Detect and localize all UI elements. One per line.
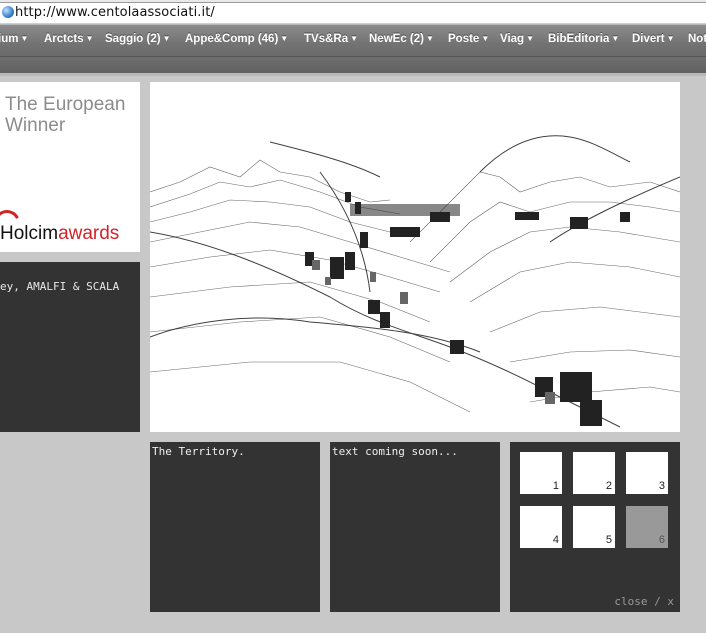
toolbar-strip bbox=[0, 57, 706, 73]
chevron-down-icon: ▼ bbox=[425, 34, 434, 43]
text-panel: text coming soon... bbox=[330, 442, 500, 612]
bookmarks-bar: ium ▼ Arctcts ▼ Saggio (2) ▼ Appe&Comp (46)… bbox=[0, 25, 706, 57]
bookmark-item[interactable]: BibEditoria ▼ bbox=[548, 33, 619, 45]
chevron-down-icon: ▼ bbox=[162, 34, 171, 43]
chevron-down-icon: ▼ bbox=[280, 34, 289, 43]
thumbnail-1[interactable]: 1 bbox=[520, 452, 562, 494]
thumbnail-number: 1 bbox=[552, 480, 559, 492]
terrain-wireframe-image bbox=[150, 82, 680, 432]
bookmark-item[interactable]: Poste ▼ bbox=[448, 33, 489, 45]
globe-icon bbox=[2, 6, 14, 18]
bookmark-item[interactable]: TVs&Ra ▼ bbox=[304, 33, 358, 45]
bookmark-item[interactable]: Not bbox=[688, 33, 706, 45]
logo-main-text: Holcim bbox=[0, 223, 59, 244]
project-caption-panel: ey, AMALFI & SCALA bbox=[0, 262, 140, 432]
project-caption: ey, AMALFI & SCALA bbox=[0, 280, 120, 293]
bookmark-item[interactable]: Arctcts ▼ bbox=[44, 33, 94, 45]
thumbnail-number: 5 bbox=[605, 534, 612, 546]
award-title: The European Winner bbox=[5, 94, 125, 136]
thumbnail-6[interactable]: 6 bbox=[626, 506, 668, 548]
bookmark-item[interactable]: Divert ▼ bbox=[632, 33, 675, 45]
holcim-logo: Holcimawards bbox=[0, 223, 119, 245]
chevron-down-icon: ▼ bbox=[20, 34, 29, 43]
thumbnail-5[interactable]: 5 bbox=[573, 506, 615, 548]
url-field[interactable]: http://www.centolaassociati.it/ bbox=[0, 2, 706, 24]
thumbnail-panel: 1 2 3 4 5 6 close / x bbox=[510, 442, 680, 612]
award-title-line2: Winner bbox=[5, 115, 66, 136]
text-placeholder: text coming soon... bbox=[332, 445, 458, 458]
bookmark-item[interactable]: Viag ▼ bbox=[500, 33, 534, 45]
chevron-down-icon: ▼ bbox=[526, 34, 534, 43]
bookmark-item[interactable]: ium ▼ bbox=[0, 33, 28, 45]
thumbnail-number: 6 bbox=[658, 534, 665, 546]
territory-3d-render bbox=[150, 82, 680, 432]
address-bar: http://www.centolaassociati.it/ bbox=[0, 0, 706, 25]
chevron-down-icon: ▼ bbox=[666, 34, 675, 43]
chevron-down-icon: ▼ bbox=[350, 34, 359, 43]
thumbnail-number: 4 bbox=[552, 534, 559, 546]
thumbnail-number: 2 bbox=[605, 480, 612, 492]
thumbnail-4[interactable]: 4 bbox=[520, 506, 562, 548]
chevron-down-icon: ▼ bbox=[611, 34, 620, 43]
logo-accent-text: awards bbox=[58, 223, 120, 244]
territory-title: The Territory. bbox=[152, 445, 245, 458]
holcim-award-card[interactable]: The European Winner Holcimawards bbox=[0, 82, 140, 252]
territory-panel: The Territory. bbox=[150, 442, 320, 612]
url-text[interactable]: http://www.centolaassociati.it/ bbox=[15, 5, 215, 20]
close-button[interactable]: close / x bbox=[614, 595, 674, 608]
award-title-line1: The European bbox=[5, 94, 126, 115]
page-top-divider bbox=[0, 73, 706, 76]
thumbnail-2[interactable]: 2 bbox=[573, 452, 615, 494]
bookmark-item[interactable]: Saggio (2) ▼ bbox=[105, 33, 171, 45]
bookmark-item[interactable]: NewEc (2) ▼ bbox=[369, 33, 434, 45]
thumbnail-number: 3 bbox=[658, 480, 665, 492]
bookmark-item[interactable]: Appe&Comp (46) ▼ bbox=[185, 33, 288, 45]
thumbnail-3[interactable]: 3 bbox=[626, 452, 668, 494]
chevron-down-icon: ▼ bbox=[481, 34, 490, 43]
chevron-down-icon: ▼ bbox=[85, 34, 94, 43]
